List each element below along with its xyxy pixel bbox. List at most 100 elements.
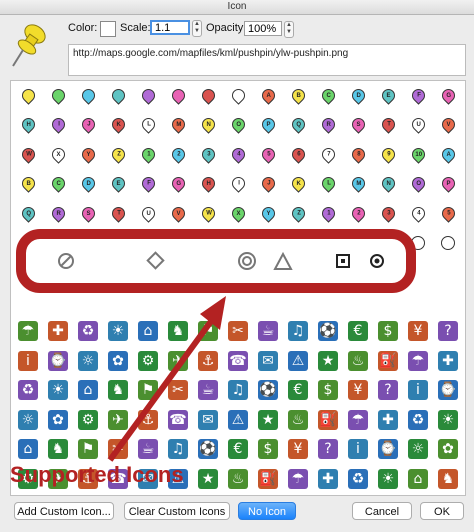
marker-icon[interactable]: E (107, 173, 129, 195)
symbol-icon[interactable]: ☼ (407, 438, 429, 460)
symbol-icon[interactable]: ✚ (317, 468, 339, 490)
marker-icon[interactable]: I (47, 114, 69, 136)
symbol-icon[interactable]: ⌚ (47, 350, 69, 372)
symbol-icon[interactable]: ★ (317, 350, 339, 372)
icon-url-field[interactable]: http://maps.google.com/mapfiles/kml/push… (68, 44, 466, 76)
symbol-icon[interactable]: ⌚ (437, 379, 459, 401)
marker-icon[interactable]: C (47, 173, 69, 195)
marker-icon[interactable]: U (137, 202, 159, 224)
marker-icon[interactable]: Q (287, 114, 309, 136)
pushpin-icon[interactable] (47, 84, 69, 106)
marker-icon[interactable]: 4 (227, 143, 249, 165)
color-swatch[interactable] (100, 21, 116, 37)
symbol-icon[interactable]: ¥ (407, 320, 429, 342)
pushpin-icon[interactable] (227, 84, 249, 106)
marker-icon[interactable]: 2 (347, 202, 369, 224)
marker-icon[interactable]: 5 (437, 202, 459, 224)
no-icon-button[interactable]: No Icon (238, 502, 296, 520)
symbol-icon[interactable]: ☀ (437, 409, 459, 431)
marker-icon[interactable]: J (77, 114, 99, 136)
pushpin-icon[interactable] (107, 84, 129, 106)
symbol-icon[interactable]: ✉ (257, 350, 279, 372)
symbol-icon[interactable]: ♞ (437, 468, 459, 490)
clear-custom-icons-button[interactable]: Clear Custom Icons (124, 502, 230, 520)
symbol-icon[interactable]: ♻ (17, 379, 39, 401)
marker-icon[interactable]: O (227, 114, 249, 136)
cancel-button[interactable]: Cancel (352, 502, 412, 520)
symbol-icon[interactable]: ★ (257, 409, 279, 431)
marker-icon[interactable]: S (77, 202, 99, 224)
symbol-icon[interactable]: ♨ (227, 468, 249, 490)
pushpin-icon[interactable] (197, 84, 219, 106)
symbol-icon[interactable]: ★ (197, 468, 219, 490)
symbol-icon[interactable]: ✿ (437, 438, 459, 460)
symbol-icon[interactable]: ✿ (47, 409, 69, 431)
marker-icon[interactable]: R (47, 202, 69, 224)
marker-icon[interactable]: D (347, 84, 369, 106)
marker-icon[interactable]: P (257, 114, 279, 136)
marker-icon[interactable]: 6 (287, 143, 309, 165)
symbol-icon[interactable]: $ (377, 320, 399, 342)
pushpin-icon[interactable] (137, 84, 159, 106)
symbol-icon[interactable]: € (347, 320, 369, 342)
marker-icon[interactable]: N (197, 114, 219, 136)
symbol-icon[interactable]: ⚽ (317, 320, 339, 342)
symbol-icon[interactable]: ⌂ (77, 379, 99, 401)
marker-icon[interactable]: 8 (347, 143, 369, 165)
scale-stepper[interactable]: ▲ ▼ (192, 20, 202, 37)
marker-icon[interactable]: A (437, 143, 459, 165)
marker-icon[interactable]: 7 (317, 143, 339, 165)
symbol-icon[interactable]: ? (377, 379, 399, 401)
scale-input[interactable] (150, 20, 190, 35)
marker-icon[interactable]: K (287, 173, 309, 195)
symbol-icon[interactable]: ♻ (77, 320, 99, 342)
symbol-icon[interactable]: ☕ (257, 320, 279, 342)
symbol-icon[interactable]: ♨ (347, 350, 369, 372)
marker-icon[interactable]: L (317, 173, 339, 195)
symbol-icon[interactable]: ☂ (347, 409, 369, 431)
marker-icon[interactable]: 1 (317, 202, 339, 224)
marker-icon[interactable]: A (257, 84, 279, 106)
marker-icon[interactable]: Z (287, 202, 309, 224)
marker-icon[interactable]: O (407, 173, 429, 195)
symbol-icon[interactable]: ⌂ (17, 438, 39, 460)
symbol-icon[interactable]: i (407, 379, 429, 401)
marker-icon[interactable]: S (347, 114, 369, 136)
add-custom-icon-button[interactable]: Add Custom Icon... (14, 502, 114, 520)
symbol-icon[interactable]: ⛽ (257, 468, 279, 490)
marker-icon[interactable]: 4 (407, 202, 429, 224)
symbol-icon[interactable]: ⌂ (407, 468, 429, 490)
pushpin-icon[interactable] (167, 84, 189, 106)
pushpin-icon[interactable] (77, 84, 99, 106)
symbol-icon[interactable]: ⛽ (317, 409, 339, 431)
symbol-icon[interactable]: ⚠ (287, 350, 309, 372)
symbol-icon[interactable]: ⚙ (77, 409, 99, 431)
opacity-input[interactable] (244, 21, 282, 36)
symbol-icon[interactable]: ☂ (17, 320, 39, 342)
symbol-icon[interactable]: ⛽ (377, 350, 399, 372)
marker-icon[interactable]: V (437, 114, 459, 136)
symbol-icon[interactable]: ⌚ (377, 438, 399, 460)
marker-icon[interactable]: H (197, 173, 219, 195)
marker-icon[interactable]: B (287, 84, 309, 106)
marker-icon[interactable]: G (437, 84, 459, 106)
marker-icon[interactable]: E (377, 84, 399, 106)
symbol-icon[interactable]: ⚽ (257, 379, 279, 401)
marker-icon[interactable]: F (137, 173, 159, 195)
symbol-icon[interactable]: ✚ (377, 409, 399, 431)
marker-icon[interactable]: M (167, 114, 189, 136)
marker-icon[interactable]: F (407, 84, 429, 106)
marker-icon[interactable]: W (17, 143, 39, 165)
symbol-icon[interactable]: $ (317, 379, 339, 401)
symbol-icon[interactable]: ☂ (407, 350, 429, 372)
opacity-stepper[interactable]: ▲ ▼ (284, 21, 294, 38)
marker-icon[interactable]: 10 (407, 143, 429, 165)
marker-icon[interactable]: 9 (377, 143, 399, 165)
marker-icon[interactable]: Q (17, 202, 39, 224)
marker-icon[interactable]: P (437, 173, 459, 195)
symbol-icon[interactable]: ¥ (347, 379, 369, 401)
symbol-icon[interactable]: ♻ (347, 468, 369, 490)
marker-icon[interactable]: Y (77, 143, 99, 165)
marker-icon[interactable]: C (317, 84, 339, 106)
marker-icon[interactable]: 2 (167, 143, 189, 165)
